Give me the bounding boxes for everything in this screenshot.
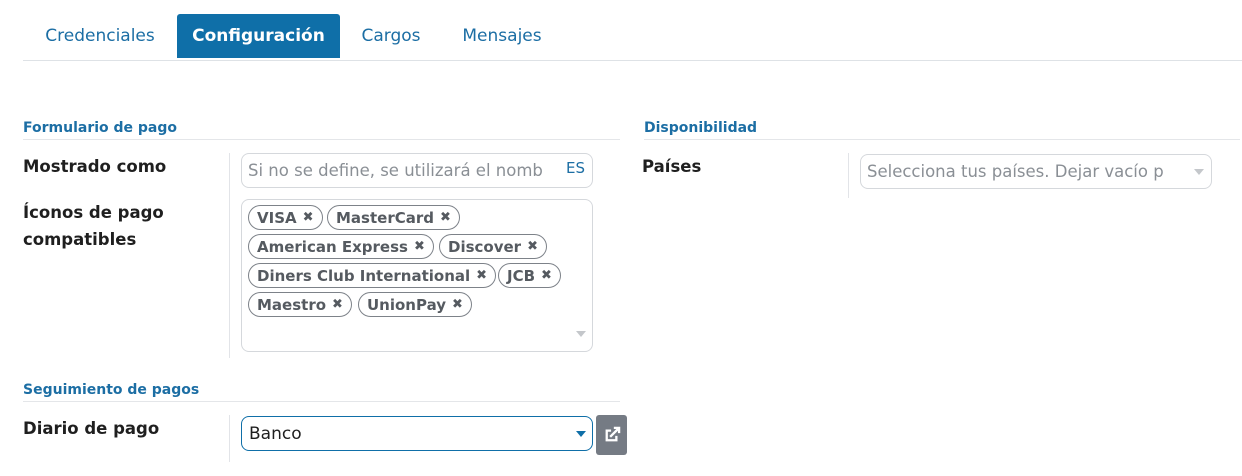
tag-label: Diners Club International [257, 266, 471, 285]
tag-unionpay: UnionPay ✖ [358, 292, 472, 317]
payment-icons-label: Íconos de pago compatibles [23, 203, 164, 249]
countries-label: Países [642, 157, 702, 176]
tab-cargos[interactable]: Cargos [340, 14, 442, 58]
countries-select[interactable]: Selecciona tus países. Dejar vacío p [860, 154, 1212, 189]
external-link-icon [605, 426, 620, 442]
shown-as-placeholder: Si no se define, se utilizará el nomb [248, 161, 543, 180]
times-icon[interactable]: ✖ [332, 297, 343, 312]
tag-label: Maestro [257, 295, 327, 314]
times-icon[interactable]: ✖ [527, 239, 538, 254]
payment-journal-value: Banco [249, 424, 302, 444]
tag-label: VISA [257, 208, 297, 227]
field-separator [229, 153, 230, 358]
tab-credenciales[interactable]: Credenciales [23, 14, 177, 58]
tag-visa: VISA ✖ [248, 205, 323, 230]
tag-maestro: Maestro ✖ [248, 292, 352, 317]
section-title-payment-form: Formulario de pago [23, 120, 620, 140]
tag-discover: Discover ✖ [439, 234, 547, 259]
times-icon[interactable]: ✖ [414, 239, 425, 254]
shown-as-label: Mostrado como [23, 157, 167, 176]
caret-down-icon[interactable] [1194, 169, 1204, 175]
tag-label: UnionPay [367, 295, 447, 314]
external-link-button[interactable] [596, 415, 627, 455]
field-separator [848, 153, 849, 198]
tab-configuracion[interactable]: Configuración [177, 14, 340, 58]
tag-jcb: JCB ✖ [498, 263, 561, 288]
tag-label: Discover [448, 237, 522, 256]
section-title-availability: Disponibilidad [644, 120, 1240, 140]
times-icon[interactable]: ✖ [541, 268, 552, 283]
caret-down-icon[interactable] [576, 431, 586, 437]
times-icon[interactable]: ✖ [452, 297, 463, 312]
times-icon[interactable]: ✖ [303, 210, 314, 225]
payment-icons-field[interactable]: VISA ✖ MasterCard ✖ American Express ✖ Disc… [241, 199, 593, 352]
tab-mensajes[interactable]: Mensajes [442, 14, 562, 58]
shown-as-input[interactable]: Si no se define, se utilizará el nomb ES [241, 153, 593, 188]
tab-bar: Credenciales Configuración Cargos Mensaj… [23, 14, 1242, 61]
language-button[interactable]: ES [566, 159, 585, 177]
tag-diners-club: Diners Club International ✖ [248, 263, 497, 288]
tag-mastercard: MasterCard ✖ [327, 205, 460, 230]
times-icon[interactable]: ✖ [440, 210, 451, 225]
countries-placeholder: Selecciona tus países. Dejar vacío p [867, 162, 1164, 181]
tag-label: MasterCard [336, 208, 434, 227]
caret-down-icon[interactable] [576, 331, 586, 337]
tag-american-express: American Express ✖ [248, 234, 434, 259]
section-title-tracking: Seguimiento de pagos [23, 382, 620, 402]
payment-journal-select[interactable]: Banco [241, 416, 593, 451]
tag-label: JCB [507, 266, 536, 285]
payment-journal-label: Diario de pago [23, 419, 160, 438]
field-separator [229, 415, 230, 462]
tag-label: American Express [257, 237, 408, 256]
times-icon[interactable]: ✖ [476, 268, 487, 283]
